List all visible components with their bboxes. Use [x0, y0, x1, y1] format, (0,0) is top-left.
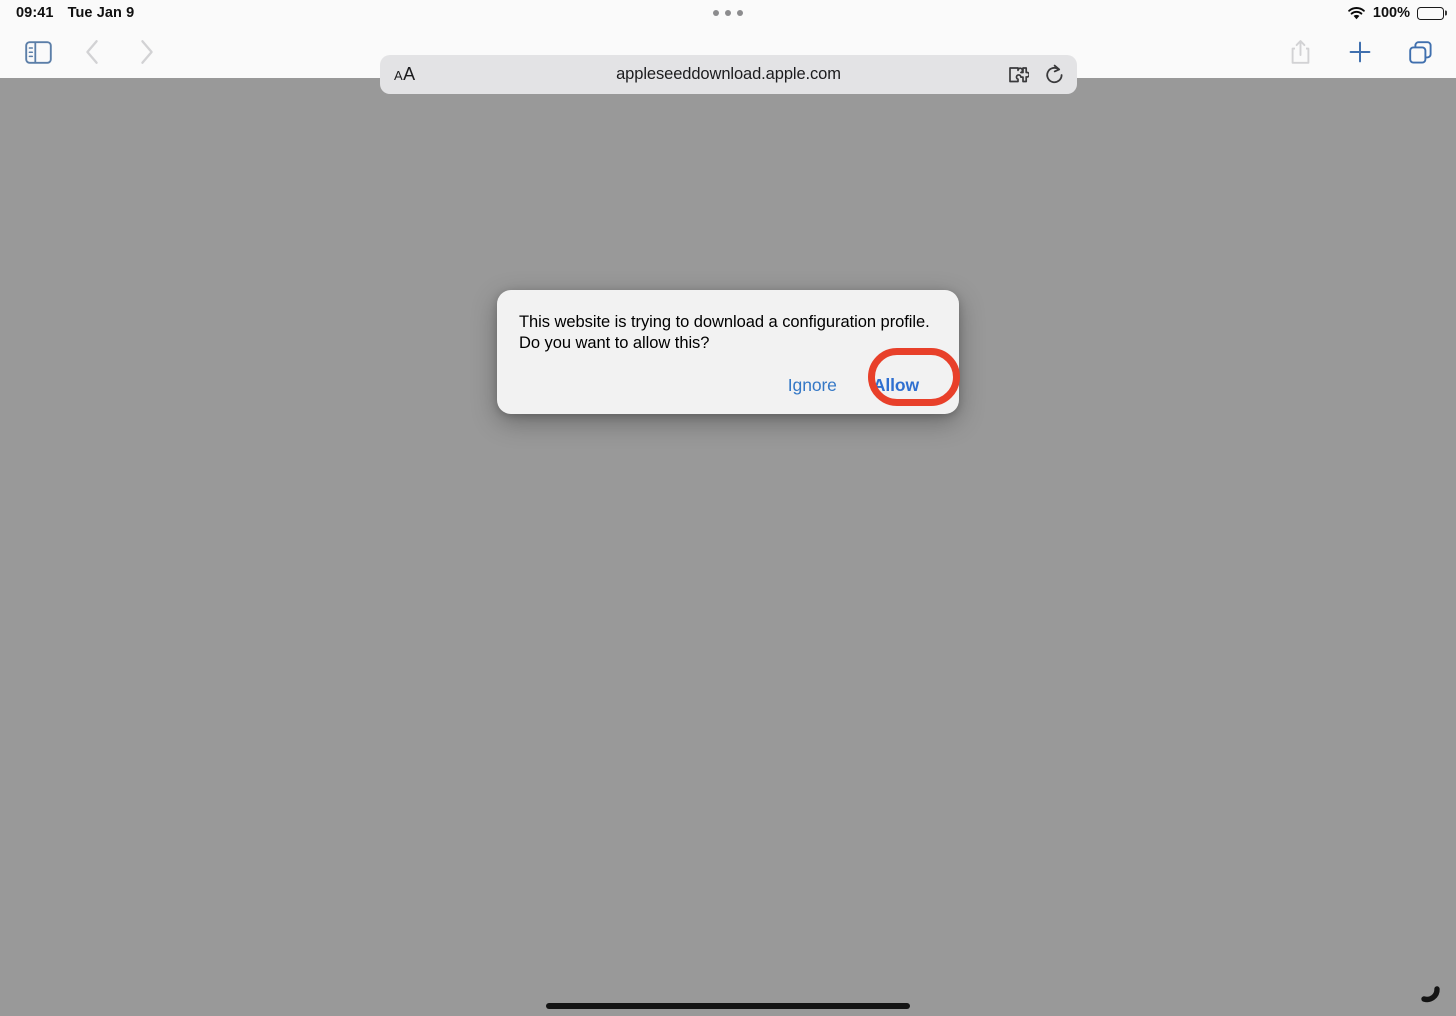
dialog-actions: Ignore Allow — [519, 371, 937, 400]
ipad-safari-screen: 09:41 Tue Jan 9 100% A A appleseeddownlo… — [0, 0, 1456, 1016]
allow-button[interactable]: Allow — [863, 371, 933, 400]
ignore-button[interactable]: Ignore — [778, 371, 847, 400]
configuration-profile-dialog: This website is trying to download a con… — [497, 290, 959, 415]
dialog-message: This website is trying to download a con… — [519, 313, 930, 353]
dialog-overlay: This website is trying to download a con… — [0, 0, 1456, 1016]
